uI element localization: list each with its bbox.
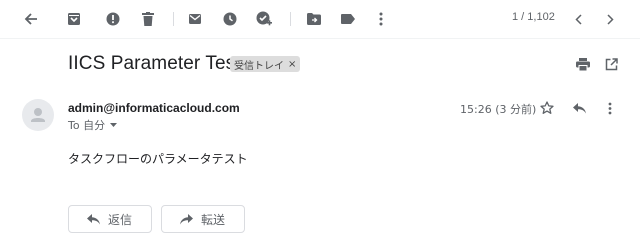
- remove-label-icon[interactable]: ×: [288, 59, 296, 70]
- toolbar-separator: [0, 38, 640, 39]
- sender-address[interactable]: admin@informaticacloud.com: [68, 101, 240, 115]
- more-vert-icon[interactable]: [372, 10, 390, 28]
- older-chevron-right-icon[interactable]: [602, 10, 618, 28]
- more-options-icon[interactable]: [603, 99, 617, 117]
- report-spam-icon[interactable]: [104, 10, 122, 28]
- snooze-icon[interactable]: [221, 10, 239, 28]
- forward-label: 転送: [201, 212, 226, 227]
- archive-icon[interactable]: [65, 10, 83, 28]
- pager-count: 1 / 1,102: [512, 11, 555, 23]
- recipient-details-toggle[interactable]: To 自分: [68, 117, 118, 133]
- email-subject: IICS Parameter Test: [68, 53, 241, 74]
- reply-button[interactable]: 返信: [68, 205, 152, 233]
- caret-down-icon: [110, 123, 118, 127]
- recipient-text: To 自分: [68, 119, 106, 132]
- reply-icon: [87, 213, 100, 224]
- open-new-window-icon[interactable]: [602, 55, 620, 73]
- toolbar-divider: [173, 12, 174, 26]
- message-body: タスクフローのパラメータテスト: [68, 152, 248, 166]
- back-arrow-icon[interactable]: [22, 10, 40, 28]
- add-to-tasks-icon[interactable]: [255, 10, 273, 28]
- toolbar-divider: [290, 12, 291, 26]
- reply-icon[interactable]: [570, 99, 588, 117]
- newer-chevron-left-icon[interactable]: [570, 10, 586, 28]
- reply-label: 返信: [108, 212, 133, 227]
- forward-button[interactable]: 転送: [161, 205, 245, 233]
- label-text: 受信トレイ: [234, 60, 284, 72]
- inbox-label-chip[interactable]: 受信トレイ ×: [230, 56, 301, 72]
- message-time: 15:26 (3 分前): [460, 103, 537, 116]
- forward-icon: [180, 213, 193, 224]
- star-icon[interactable]: [538, 99, 556, 117]
- avatar[interactable]: [22, 99, 54, 131]
- move-to-icon[interactable]: [305, 10, 323, 28]
- print-icon[interactable]: [574, 55, 592, 73]
- labels-icon[interactable]: [339, 10, 357, 28]
- delete-icon[interactable]: [139, 10, 157, 28]
- mark-unread-icon[interactable]: [186, 10, 204, 28]
